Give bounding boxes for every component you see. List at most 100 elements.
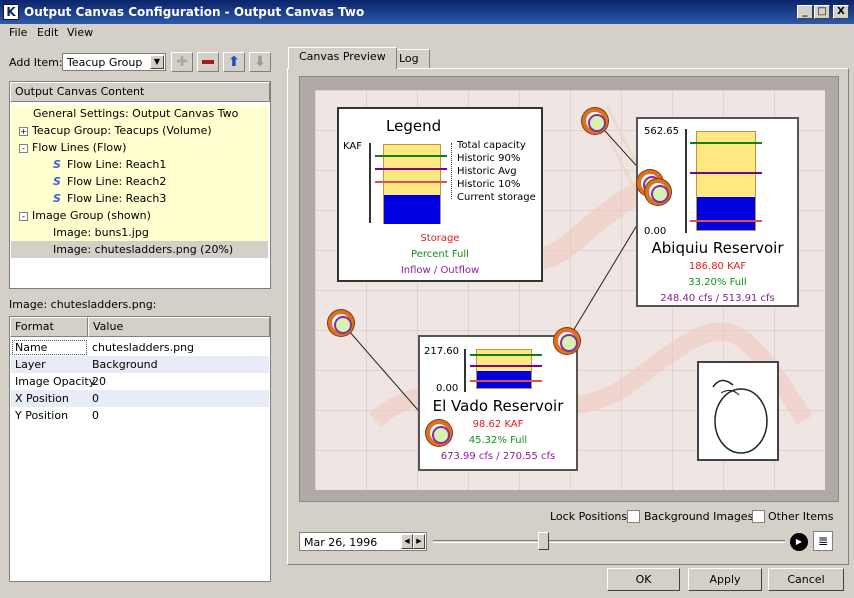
title-bar: K Output Canvas Configuration - Output C… [0,0,854,24]
move-down-button[interactable]: ⬇ [249,52,271,72]
tab-canvas-preview[interactable]: Canvas Preview [288,47,397,69]
lock-positions-label: Lock Positions: [550,510,631,523]
prev-date-button[interactable]: ◀ [401,534,413,549]
teacup-icon[interactable] [554,328,580,354]
property-row[interactable]: Y Position 0 [11,407,269,424]
tree-item[interactable]: - Flow Lines (Flow) [11,139,268,156]
minimize-button[interactable]: _ [797,5,813,19]
plus-icon: ✚ [176,54,188,70]
teacup-icon[interactable] [426,420,452,446]
tree-item[interactable]: S Flow Line: Reach2 [11,173,268,190]
chevron-left-icon: ◀ [404,537,410,545]
add-button[interactable]: ✚ [171,52,193,72]
el-vado-max: 217.60 [424,346,459,357]
teacup-icon[interactable] [328,310,354,336]
tree-item-label: Flow Line: Reach3 [66,192,167,205]
date-slider-track[interactable] [433,540,785,543]
tree-item[interactable]: Image: chutesladders.png (20%) [11,241,268,258]
other-items-label: Other Items [768,510,834,523]
bun-icon [712,379,768,454]
legend-title: Legend [386,117,442,135]
abiquiu-reservoir-box[interactable]: 562.65 0.00 Abiquiu Reservoir 186.80 KAF… [636,117,799,307]
abiquiu-line-90 [690,142,762,144]
legend-percent-label: Percent Full [411,249,469,260]
el-vado-axis [464,349,466,392]
canvas-preview[interactable]: Legend KAF Total capacity Historic 90% H… [299,76,839,502]
date-slider-handle[interactable] [538,532,549,550]
collapse-icon[interactable]: - [19,211,28,221]
other-items-checkbox[interactable] [752,510,765,523]
tree-item[interactable]: - Image Group (shown) [11,207,268,224]
maximize-button[interactable]: □ [814,5,830,19]
property-value[interactable]: 0 [92,407,99,424]
arrow-up-icon: ⬆ [228,54,240,70]
app-icon: K [3,4,19,20]
abiquiu-axis [685,129,687,233]
legend-flow-label: Inflow / Outflow [400,265,480,276]
el-vado-flow: 673.99 cfs / 270.55 cfs [440,451,556,462]
teacup-icon[interactable] [645,179,671,205]
notes-icon[interactable]: ≣ [813,531,833,551]
abiquiu-line-avg [690,172,762,174]
ok-button[interactable]: OK [607,568,680,591]
el-vado-name: El Vado Reservoir [432,397,564,415]
content-tree-header: Output Canvas Content [10,82,270,102]
tree-item[interactable]: + Teacup Group: Teacups (Volume) [11,122,268,139]
tree-item[interactable]: General Settings: Output Canvas Two [11,105,268,122]
value-column-header: Value [88,317,270,337]
property-value[interactable]: chutesladders.png [92,339,194,356]
close-button[interactable]: X [833,5,849,19]
legend-box[interactable]: Legend KAF Total capacity Historic 90% H… [337,107,543,282]
property-name: Image Opacity [15,375,96,388]
menu-file[interactable]: File [9,26,27,39]
abiquiu-flow: 248.40 cfs / 513.91 cfs [660,293,775,304]
add-item-label: Add Item: [9,56,63,69]
background-images-checkbox[interactable] [627,510,640,523]
menu-view[interactable]: View [67,26,93,39]
el-vado-line-avg [470,365,542,367]
next-date-button[interactable]: ▶ [413,534,425,549]
legend-line-90 [375,155,447,157]
legend-unit: KAF [343,141,362,152]
add-item-select[interactable]: Teacup Group ▼ [62,53,166,71]
expand-icon[interactable]: + [19,126,28,136]
menu-edit[interactable]: Edit [37,26,58,39]
collapse-icon[interactable]: - [19,143,28,153]
buns-image[interactable] [697,361,779,461]
chevron-down-icon[interactable]: ▼ [150,55,164,69]
legend-axis [369,143,371,223]
minus-icon [202,60,214,64]
el-vado-line-10 [470,380,542,382]
property-row[interactable]: Name chutesladders.png [11,339,269,356]
add-item-value: Teacup Group [67,56,143,69]
date-spinner[interactable]: Mar 26, 1996 ◀ ▶ [299,532,427,551]
tree-item[interactable]: Image: buns1.jpg [11,224,268,241]
tree-item[interactable]: S Flow Line: Reach1 [11,156,268,173]
property-value[interactable]: 20 [92,373,106,390]
play-icon[interactable]: ▶ [790,533,808,551]
property-value[interactable]: 0 [92,390,99,407]
tree-item-label: Flow Lines (Flow) [32,141,127,154]
el-vado-min: 0.00 [436,383,459,394]
property-value[interactable]: Background [92,356,158,373]
teacup-icon[interactable] [582,108,608,134]
el-vado-reservoir-box[interactable]: 217.60 0.00 El Vado Reservoir 98.62 KAF … [418,335,578,471]
abiquiu-line-10 [690,220,762,222]
format-column-header: Format [10,317,88,337]
property-row[interactable]: X Position 0 [11,390,269,407]
chevron-right-icon: ▶ [416,537,422,545]
abiquiu-name: Abiquiu Reservoir [651,239,784,257]
move-up-button[interactable]: ⬆ [223,52,245,72]
property-row[interactable]: Image Opacity 20 [11,373,269,390]
cancel-button[interactable]: Cancel [768,568,844,591]
abiquiu-percent: 33.20% Full [688,277,747,288]
background-images-label: Background Images [644,510,754,523]
el-vado-line-90 [470,354,542,356]
tree-item[interactable]: S Flow Line: Reach3 [11,190,268,207]
apply-button[interactable]: Apply [688,568,762,591]
date-value: Mar 26, 1996 [304,536,378,549]
remove-button[interactable] [197,52,219,72]
tree-item-label: Flow Line: Reach2 [66,175,167,188]
property-row[interactable]: Layer Background [11,356,269,373]
content-tree-panel: Output Canvas Content General Settings: … [9,81,271,289]
